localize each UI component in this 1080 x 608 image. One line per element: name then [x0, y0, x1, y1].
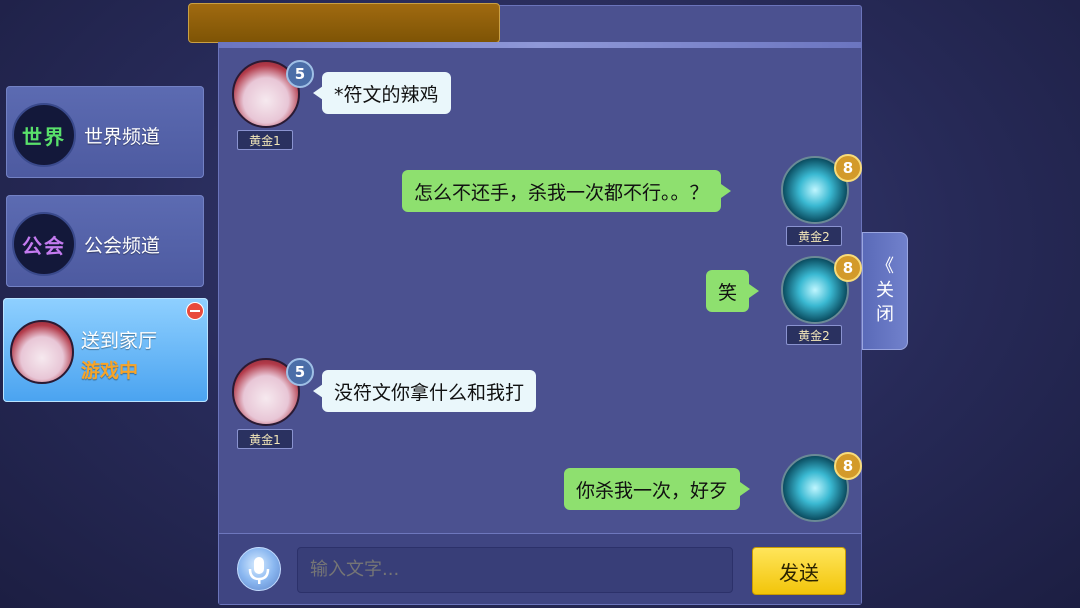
- message-bubble: 笑: [706, 270, 760, 312]
- rank-label: 黄金1: [237, 429, 293, 449]
- message-bubble: 你杀我一次，好歹: [564, 468, 751, 510]
- level-badge: 8: [834, 254, 862, 282]
- level-badge: 5: [286, 358, 314, 386]
- rank-label: 黄金2: [786, 226, 842, 246]
- level-badge: 5: [286, 60, 314, 88]
- message-bubble: 没符文你拿什么和我打: [312, 370, 537, 412]
- close-label-2: 闭: [876, 304, 894, 325]
- close-label-1: 关: [876, 280, 894, 301]
- title-divider: [218, 42, 862, 48]
- message-input[interactable]: [297, 547, 733, 593]
- world-channel-icon: 世界: [12, 103, 76, 167]
- tab-world-channel-label: 世界频道: [84, 126, 161, 148]
- close-panel-button[interactable]: 《 关 闭: [862, 232, 908, 350]
- rank-label: 黄金1: [237, 130, 293, 150]
- friend-name: 送到家厅: [81, 330, 158, 352]
- tab-friend-chat[interactable]: 送到家厅 游戏中: [3, 298, 208, 402]
- tab-guild-channel-label: 公会频道: [84, 235, 161, 257]
- tab-world-channel[interactable]: 世界 世界频道: [6, 86, 204, 178]
- tab-guild-channel[interactable]: 公会 公会频道: [6, 195, 204, 287]
- message-bubble: *符文的辣鸡: [313, 72, 451, 114]
- rank-label: 黄金2: [786, 325, 842, 345]
- chat-title-bar: [188, 3, 500, 43]
- microphone-icon[interactable]: [237, 547, 281, 591]
- send-button[interactable]: 发送: [752, 547, 846, 595]
- level-badge: 8: [834, 452, 862, 480]
- message-bubble: 怎么不还手，杀我一次都不行。。？: [402, 170, 731, 212]
- double-chevron-left-icon: 《: [876, 256, 894, 277]
- level-badge: 8: [834, 154, 862, 182]
- friend-status: 游戏中: [81, 360, 139, 382]
- friend-avatar: [10, 320, 74, 384]
- remove-friend-icon[interactable]: [186, 302, 204, 320]
- guild-channel-icon: 公会: [12, 212, 76, 276]
